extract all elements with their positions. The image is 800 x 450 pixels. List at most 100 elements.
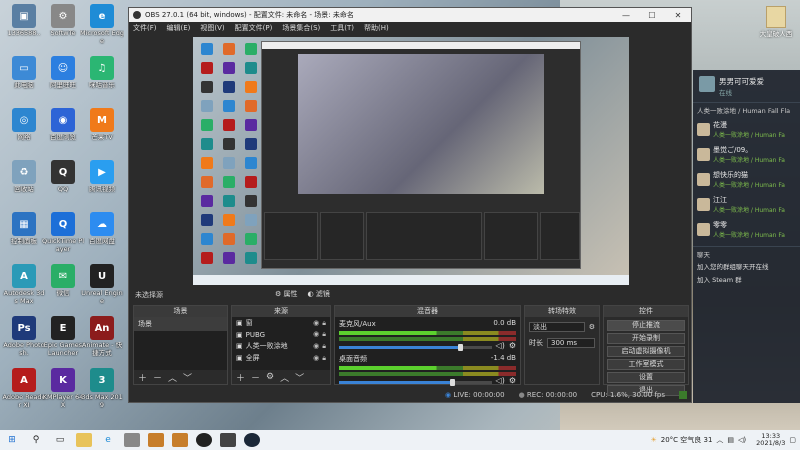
tray-arrow-icon[interactable]: ︿ xyxy=(716,435,723,445)
nested-desktop-icon xyxy=(223,176,235,188)
menu-item[interactable]: 场景集合(S) xyxy=(282,23,320,33)
desktop-icon[interactable]: ▣ 1336588.. xyxy=(2,2,46,48)
lock-icon[interactable]: 🔒︎ xyxy=(322,342,326,351)
desktop-icon[interactable]: e Microsoft Edge xyxy=(80,2,124,48)
desktop-icon[interactable]: ⚙ SoftwTe xyxy=(41,2,85,48)
maximize-button[interactable]: ☐ xyxy=(639,11,665,20)
desktop-icon[interactable]: E Epic Games Launcher xyxy=(41,314,85,360)
desktop-icon[interactable]: 3 3ds Max 2019 xyxy=(80,366,124,412)
menu-item[interactable]: 文件(F) xyxy=(133,23,157,33)
volume-slider[interactable] xyxy=(339,343,492,351)
task-view-icon[interactable]: ▭ xyxy=(52,433,68,447)
close-button[interactable]: ✕ xyxy=(665,11,691,20)
steam-friends-panel[interactable]: 男男可可爱爱 在线 人类一败涂地 / Human Fall Fla 花漫 人类一败… xyxy=(693,70,800,403)
channel-settings-icon[interactable]: ⚙ xyxy=(509,376,516,385)
app-icon[interactable] xyxy=(220,433,236,447)
remove-source-button[interactable]: － xyxy=(251,371,260,384)
notification-icon[interactable]: ▢ xyxy=(789,436,796,444)
scene-item[interactable]: 场景 xyxy=(134,317,227,331)
desktop-icon[interactable]: ♻ 回收站 xyxy=(2,158,46,204)
control-button[interactable]: 工作室模式 xyxy=(607,359,685,370)
source-properties-icon[interactable]: ⚙ xyxy=(266,372,274,382)
visibility-eye-icon[interactable]: ◉ xyxy=(313,330,319,339)
speaker-icon[interactable]: ◁) xyxy=(496,376,505,385)
properties-button[interactable]: ⚙ 属性 xyxy=(275,289,298,299)
desktop-icon[interactable]: ☁ 百度网盘 xyxy=(80,210,124,256)
volume-icon[interactable]: ◁) xyxy=(738,436,746,444)
desktop-icon[interactable]: ▦ 控制面板 xyxy=(2,210,46,256)
transition-settings-icon[interactable]: ⚙ xyxy=(589,323,595,331)
desktop-icon[interactable]: U Unreal Engine xyxy=(80,262,124,308)
filters-button[interactable]: ◐ 滤镜 xyxy=(308,289,330,299)
move-down-icon[interactable]: ﹀ xyxy=(183,371,192,384)
source-item[interactable]: ▣ 全屏 ◉ 🔒︎ xyxy=(232,352,330,364)
lock-icon[interactable]: 🔒︎ xyxy=(322,330,326,339)
desktop-icon[interactable]: ♫ 咪咕音乐 xyxy=(80,54,124,100)
visibility-eye-icon[interactable]: ◉ xyxy=(313,319,319,328)
windows-start-icon[interactable]: ⊞ xyxy=(4,433,20,447)
lock-icon[interactable]: 🔒︎ xyxy=(322,319,326,328)
avatar[interactable] xyxy=(699,76,715,92)
control-button[interactable]: 开始录制 xyxy=(607,333,685,344)
network-icon[interactable]: ▤ xyxy=(727,436,734,444)
control-button[interactable]: 启动虚拟摄像机 xyxy=(607,346,685,357)
duration-input[interactable]: 300 ms xyxy=(547,338,595,348)
desktop-icon[interactable]: A Autodesk 3ds Max xyxy=(2,262,46,308)
app-icon[interactable] xyxy=(124,433,140,447)
menu-item[interactable]: 编辑(E) xyxy=(167,23,191,33)
desktop-icon[interactable]: ◎ 网络 xyxy=(2,106,46,152)
speaker-icon[interactable]: ◁) xyxy=(496,341,505,350)
transition-select[interactable]: 淡出 xyxy=(529,322,585,332)
desktop-icon-top-right[interactable]: 大皇破人西 xyxy=(756,6,796,38)
control-button[interactable]: 设置 xyxy=(607,372,685,383)
edge-icon[interactable]: e xyxy=(100,433,116,447)
obs-taskbar-icon[interactable] xyxy=(196,433,212,447)
menu-item[interactable]: 工具(T) xyxy=(330,23,354,33)
desktop-icon[interactable]: ✉ 微信 xyxy=(41,262,85,308)
move-down-icon[interactable]: ﹀ xyxy=(295,371,304,384)
desktop-icon[interactable]: Q QuickTime Player xyxy=(41,210,85,256)
desktop-icon[interactable]: M 芒果TV xyxy=(80,106,124,152)
desktop-icon[interactable]: ▶ 腾讯视频 xyxy=(80,158,124,204)
friend-item[interactable]: 花漫 人类一败涂地 / Human Fa xyxy=(693,117,800,142)
desktop-icon[interactable]: A Adobe Reader XI xyxy=(2,366,46,412)
lock-icon[interactable]: 🔒︎ xyxy=(322,354,326,363)
friend-item[interactable]: 墨觉ご/09。 人类一败涂地 / Human Fa xyxy=(693,142,800,167)
minimize-button[interactable]: — xyxy=(613,11,639,20)
menu-item[interactable]: 配置文件(P) xyxy=(235,23,273,33)
add-source-button[interactable]: ＋ xyxy=(236,371,245,384)
friend-item[interactable]: 江江 人类一败涂地 / Human Fa xyxy=(693,192,800,217)
friend-item[interactable]: 零零 人类一败涂地 / Human Fa xyxy=(693,217,800,242)
file-explorer-icon[interactable] xyxy=(76,433,92,447)
obs-preview[interactable] xyxy=(193,37,629,285)
app-icon[interactable] xyxy=(172,433,188,447)
desktop-icon[interactable]: An Animate - 快捷方式 xyxy=(80,314,124,360)
obs-window[interactable]: OBS 27.0.1 (64 bit, windows) - 配置文件: 未命名… xyxy=(128,7,692,403)
add-scene-button[interactable]: ＋ xyxy=(138,371,147,384)
control-button[interactable]: 停止推流 xyxy=(607,320,685,331)
channel-settings-icon[interactable]: ⚙ xyxy=(509,341,516,350)
source-item[interactable]: ▣ 窗 ◉ 🔒︎ xyxy=(232,317,330,329)
desktop-icon[interactable]: ▭ 此电脑 xyxy=(2,54,46,100)
menu-item[interactable]: 帮助(H) xyxy=(364,23,389,33)
desktop-icon[interactable]: ☺ 阿里旺旺 xyxy=(41,54,85,100)
desktop-icon[interactable]: K KMPlayer 64X xyxy=(41,366,85,412)
steam-taskbar-icon[interactable] xyxy=(244,433,260,447)
source-item[interactable]: ▣ 人类一败涂地 ◉ 🔒︎ xyxy=(232,340,330,352)
visibility-eye-icon[interactable]: ◉ xyxy=(313,342,319,351)
remove-scene-button[interactable]: － xyxy=(153,371,162,384)
obs-titlebar[interactable]: OBS 27.0.1 (64 bit, windows) - 配置文件: 未命名… xyxy=(129,8,691,22)
menu-item[interactable]: 视图(V) xyxy=(200,23,224,33)
app-icon[interactable] xyxy=(148,433,164,447)
volume-slider[interactable] xyxy=(339,378,492,386)
clock[interactable]: 13:33 2021/8/3 xyxy=(756,432,785,448)
move-up-icon[interactable]: ︿ xyxy=(280,371,289,384)
visibility-eye-icon[interactable]: ◉ xyxy=(313,354,319,363)
desktop-icon[interactable]: Ps Adobe Photosh. xyxy=(2,314,46,360)
desktop-icon[interactable]: ◉ 百度浏览 xyxy=(41,106,85,152)
move-up-icon[interactable]: ︿ xyxy=(168,371,177,384)
friend-item[interactable]: 想快乐的猫 人类一败涂地 / Human Fa xyxy=(693,167,800,192)
desktop-icon[interactable]: Q QQ xyxy=(41,158,85,204)
search-icon[interactable]: ⚲ xyxy=(28,433,44,447)
source-item[interactable]: ▣ PUBG ◉ 🔒︎ xyxy=(232,329,330,340)
